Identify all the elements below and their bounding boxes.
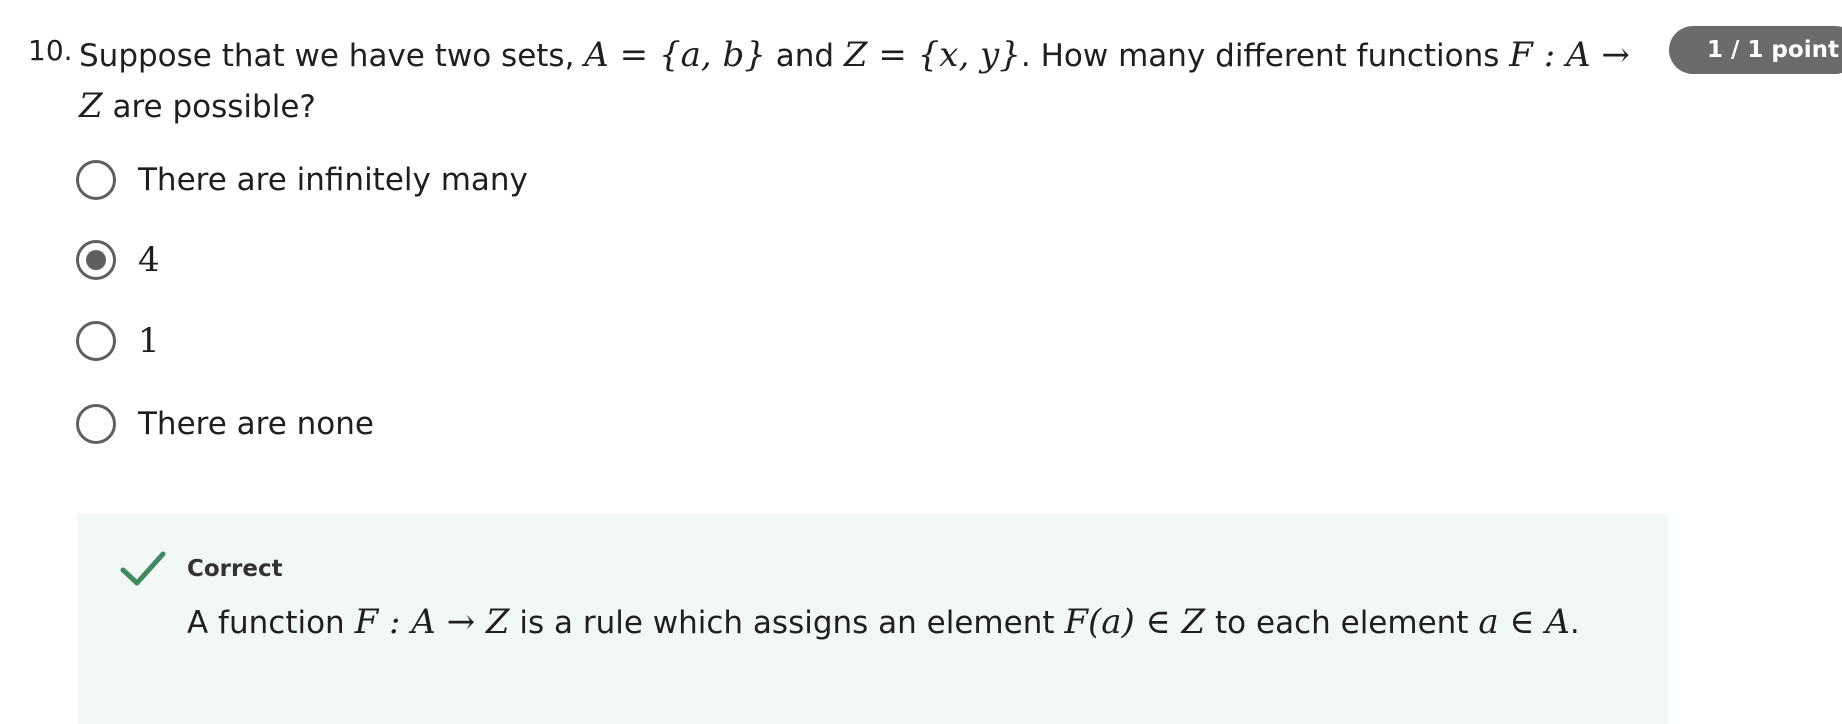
feedback-text-part: to each element bbox=[1205, 605, 1479, 641]
feedback-text: A function F : A → Z is a rule which ass… bbox=[187, 598, 1580, 647]
question-text: Suppose that we have two sets, A = {a, b… bbox=[79, 30, 1639, 132]
question-text-part: and bbox=[765, 38, 844, 74]
feedback-title: Correct bbox=[187, 556, 283, 582]
math-set-z: Z = {x, y} bbox=[843, 35, 1021, 75]
option-1[interactable]: 1 bbox=[76, 319, 160, 363]
math-element-a: a ∈ A bbox=[1478, 602, 1570, 642]
question-text-part: are possible? bbox=[102, 89, 316, 125]
radio-empty-icon[interactable] bbox=[76, 321, 116, 361]
option-label: 1 bbox=[138, 321, 160, 361]
question-number: 10. bbox=[28, 34, 73, 67]
option-infinitely-many[interactable]: There are infinitely many bbox=[76, 158, 528, 202]
points-badge: 1 / 1 point bbox=[1669, 26, 1842, 74]
question-text-part: . How many different functions bbox=[1020, 38, 1510, 74]
option-none[interactable]: There are none bbox=[76, 402, 374, 446]
feedback-text-part: is a rule which assigns an element bbox=[509, 605, 1065, 641]
feedback-text-part: A function bbox=[187, 605, 355, 641]
option-label: There are infinitely many bbox=[138, 162, 528, 198]
feedback-text-part: . bbox=[1569, 605, 1580, 641]
option-label: 4 bbox=[138, 240, 160, 280]
question-text-part: Suppose that we have two sets, bbox=[79, 38, 585, 74]
math-set-a: A = {a, b} bbox=[584, 35, 766, 75]
radio-selected-icon[interactable] bbox=[76, 240, 116, 280]
option-label: There are none bbox=[138, 406, 374, 442]
radio-empty-icon[interactable] bbox=[76, 160, 116, 200]
radio-empty-icon[interactable] bbox=[76, 404, 116, 444]
option-4[interactable]: 4 bbox=[76, 238, 160, 282]
math-function: F : A → Z bbox=[354, 602, 510, 642]
check-icon bbox=[120, 551, 166, 586]
math-element-fa: F(a) ∈ Z bbox=[1064, 602, 1206, 642]
